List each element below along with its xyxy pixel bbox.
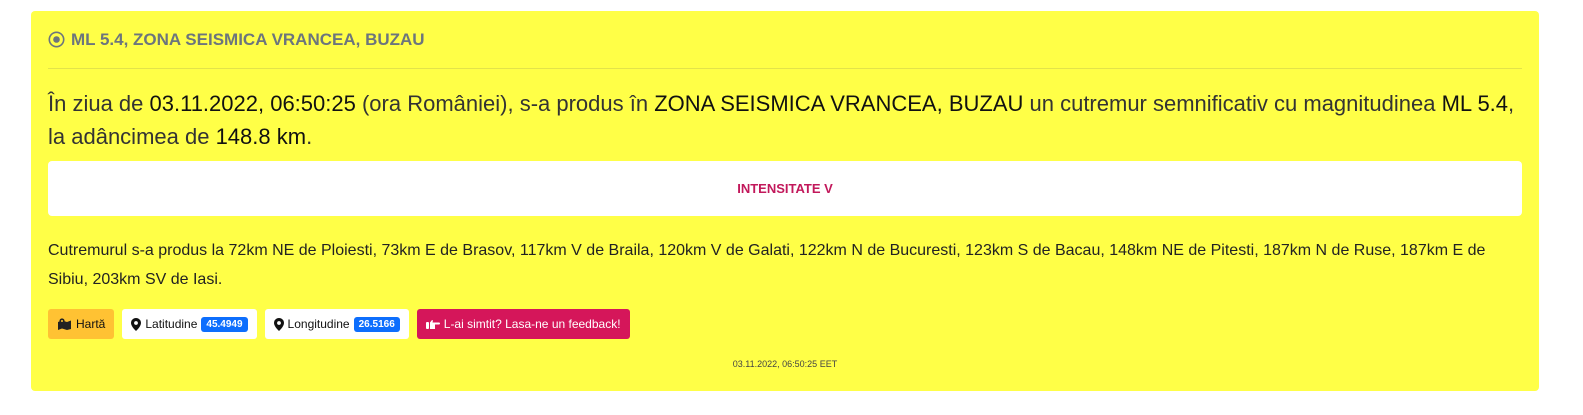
longitude-badge: 26.5166 xyxy=(353,316,400,332)
event-summary: În ziua de 03.11.2022, 06:50:25 (ora Rom… xyxy=(48,87,1522,153)
action-bar: Hartă Latitudine 45.4949 Longitudine 26.… xyxy=(48,309,630,339)
distances-text: Cutremurul s-a produs la 72km NE de Ploi… xyxy=(48,242,1486,288)
longitude-label: Longitudine xyxy=(287,317,350,331)
feedback-button-label: L-ai simtit? Lasa-ne un feedback! xyxy=(443,317,621,331)
summary-text: . xyxy=(306,124,313,149)
event-depth: 148.8 km xyxy=(215,124,307,149)
latitude-button[interactable]: Latitudine 45.4949 xyxy=(122,309,257,339)
card-header: ML 5.4, ZONA SEISMICA VRANCEA, BUZAU xyxy=(48,11,1522,69)
intensity-label: INTENSITATE V xyxy=(737,181,833,196)
summary-text: un cutremur semnificativ cu magnitudinea xyxy=(1023,91,1442,116)
map-icon xyxy=(58,318,71,330)
hand-pointing-icon xyxy=(425,319,440,329)
event-timestamp: 03.11.2022, 06:50:25 EET xyxy=(732,359,838,369)
record-circle-icon xyxy=(48,31,65,48)
feedback-button[interactable]: L-ai simtit? Lasa-ne un feedback! xyxy=(416,309,630,339)
map-pin-icon xyxy=(131,317,142,331)
earthquake-card: ML 5.4, ZONA SEISMICA VRANCEA, BUZAU În … xyxy=(31,11,1539,391)
event-zone: ZONA SEISMICA VRANCEA, BUZAU xyxy=(654,91,1024,116)
map-pin-icon xyxy=(273,317,284,331)
map-button[interactable]: Hartă xyxy=(48,309,115,339)
event-datetime: 03.11.2022, 06:50:25 xyxy=(149,91,356,116)
summary-text: (ora României), s-a produs în xyxy=(355,91,655,116)
event-magnitude: ML 5.4 xyxy=(1441,91,1509,116)
map-button-label: Hartă xyxy=(76,317,106,331)
latitude-label: Latitudine xyxy=(145,317,198,331)
summary-text: În ziua de xyxy=(48,91,150,116)
intensity-panel: INTENSITATE V xyxy=(48,161,1522,216)
page-title: ML 5.4, ZONA SEISMICA VRANCEA, BUZAU xyxy=(71,29,425,49)
latitude-badge: 45.4949 xyxy=(201,316,248,332)
longitude-button[interactable]: Longitudine 26.5166 xyxy=(264,309,409,339)
